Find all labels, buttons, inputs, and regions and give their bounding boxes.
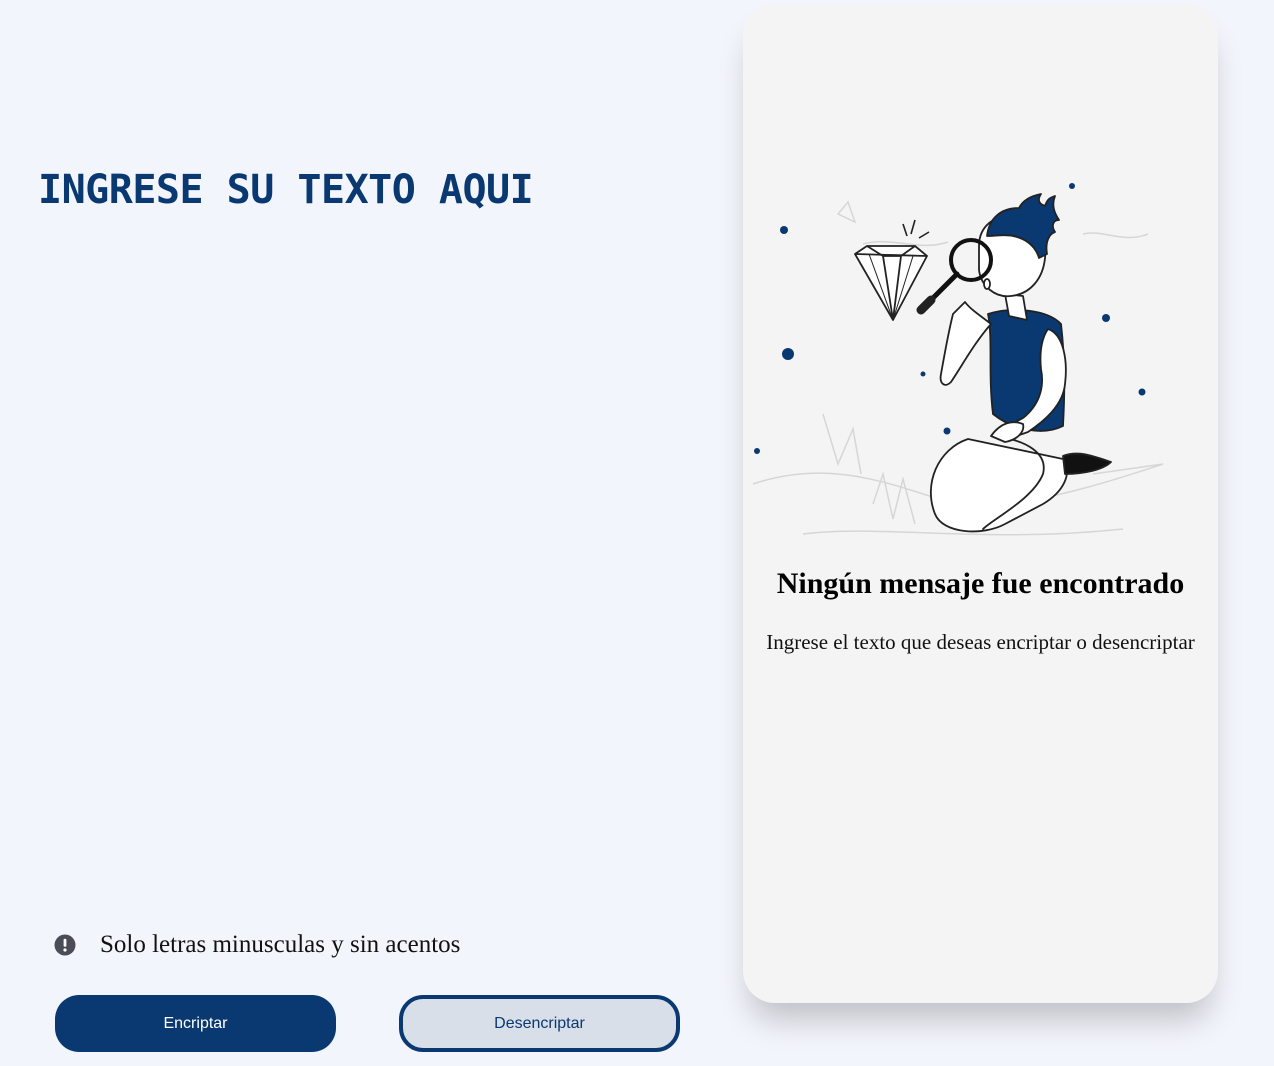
diamond-icon xyxy=(854,245,928,321)
notice-text: Solo letras minusculas y sin acentos xyxy=(100,931,461,958)
input-notice: Solo letras minusculas y sin acentos xyxy=(54,928,460,962)
output-card: Ningún mensaje fue encontrado Ingrese el… xyxy=(743,4,1218,1003)
input-panel: Solo letras minusculas y sin acentos Enc… xyxy=(0,0,720,1066)
person-with-magnifying-glass-illustration xyxy=(752,183,1164,536)
empty-state-description: Ingrese el texto que deseas encriptar o … xyxy=(766,630,1195,654)
encrypt-button[interactable]: Encriptar xyxy=(55,995,336,1052)
empty-state-title: Ningún mensaje fue encontrado xyxy=(776,567,1185,600)
sparkle-icon xyxy=(902,219,930,239)
message-input[interactable] xyxy=(38,160,678,880)
decorative-dots xyxy=(754,183,1146,454)
exclamation-circle-icon xyxy=(54,934,76,956)
person-figure xyxy=(916,193,1112,533)
decrypt-button[interactable]: Desencriptar xyxy=(399,995,680,1052)
